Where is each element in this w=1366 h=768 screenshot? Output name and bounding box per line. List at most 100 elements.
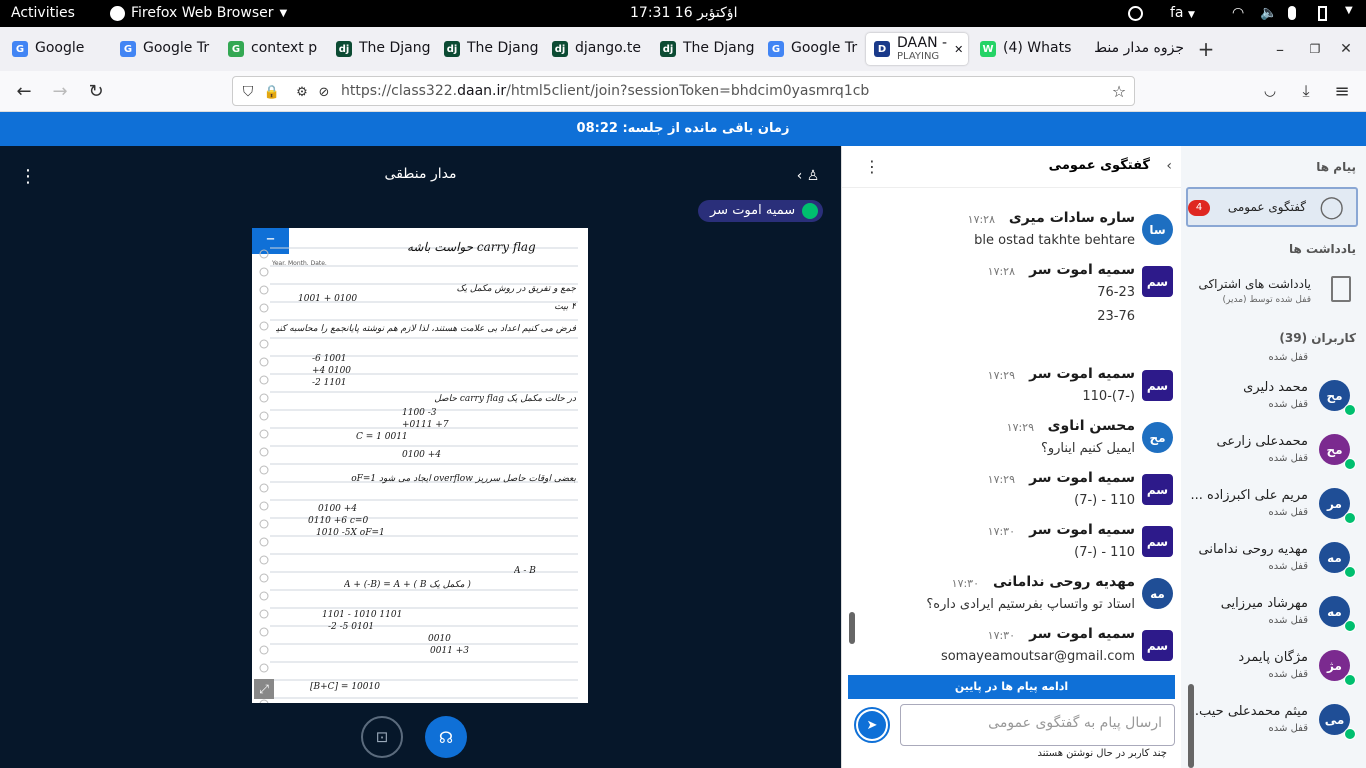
chat-options-icon[interactable]: ⋮ — [864, 157, 880, 176]
user-list-item[interactable]: مژ مژگان پایمرد قفل شده — [1181, 644, 1366, 698]
headphones-audio-button[interactable]: ☊ — [425, 716, 467, 758]
ring-hole — [259, 609, 269, 619]
continue-messages-button[interactable]: ادامه پیام ها در پایین — [848, 675, 1175, 699]
tab-item[interactable]: G Google — [4, 33, 96, 65]
bookmark-star-icon[interactable]: ☆ — [1109, 81, 1129, 101]
user-lock-status: قفل شده — [1268, 399, 1308, 410]
shield-icon[interactable]: ⛉ — [239, 83, 257, 101]
chat-message: مه مهدیه روحی ندامانی ۱۷:۳۰ استاد تو واتساپ… — [842, 570, 1182, 616]
user-list-item[interactable]: مح محمد دلیری قفل شده — [1181, 374, 1366, 428]
ring-hole — [259, 447, 269, 457]
pocket-icon[interactable]: ◡ — [1258, 79, 1282, 103]
new-tab-button[interactable]: + — [1194, 35, 1218, 63]
user-list-item[interactable]: می میثم محمدعلی حیب... قفل شده — [1181, 698, 1366, 752]
chevron-down-icon: ▼ — [279, 7, 288, 19]
avatar: سا — [1142, 214, 1173, 245]
reload-button[interactable]: ↻ — [84, 79, 108, 103]
user-name: مژگان پایمرد — [1238, 650, 1308, 665]
tab-favicon-icon: dj — [336, 41, 352, 57]
lock-icon[interactable]: 🔒 — [263, 83, 281, 101]
message-list[interactable]: سا ساره سادات میری ۱۷:۲۸ ble ostad takhte b… — [842, 188, 1182, 676]
avatar: سم — [1142, 526, 1173, 557]
chat-message: مح محسن اناوی ۱۷:۲۹ ایمیل کنیم اینارو؟ — [842, 414, 1182, 460]
message-time: ۱۷:۲۹ — [1006, 421, 1034, 434]
tab-label: django.te — [575, 40, 641, 57]
user-list-item[interactable]: مه مهدیه روحی ندامانی قفل شده — [1181, 536, 1366, 590]
user-lock-status: قفل شده — [1268, 669, 1308, 680]
tab-item[interactable]: dj The Djang — [436, 33, 544, 65]
tab-item[interactable]: G Google Tr — [760, 33, 866, 65]
forward-button[interactable]: → — [48, 79, 72, 103]
public-chat-item[interactable]: ◯ گفتگوی عمومی 4 — [1186, 187, 1358, 227]
session-time-banner: زمان باقی مانده از جلسه: 08:22 — [0, 112, 1366, 146]
slide-handwritten-line: جمع و تفریق در روش مکمل یک — [456, 284, 576, 294]
system-menu-chevron-icon[interactable]: ▼ — [1345, 5, 1353, 16]
tab-item[interactable]: جزوه مدار منط — [1082, 33, 1192, 65]
slide-handwritten-line: 1010 -5X oF=1 — [316, 528, 385, 538]
menu-icon[interactable]: ≡ — [1330, 79, 1354, 103]
url-bar[interactable]: ⛉ 🔒 ⚙ ⊘ https://class322.daan.ir/html5cl… — [232, 76, 1135, 106]
user-list-scrollbar[interactable] — [1188, 684, 1194, 768]
user-list[interactable]: قفل شده مح محمد دلیری قفل شده مح محمدعلی … — [1181, 352, 1366, 768]
send-message-button[interactable]: ➤ — [854, 707, 890, 743]
message-text: (7-) - 110 — [1074, 545, 1135, 560]
downloads-icon[interactable]: ⤓ — [1294, 79, 1318, 103]
voice-status-icon — [1344, 512, 1356, 524]
message-sender: سمیه اموت سر — [1029, 522, 1135, 538]
presentation-slide[interactable]: – حواست باشه carry flag Year. Month. Dat… — [252, 228, 588, 703]
volume-icon[interactable]: 🔈 — [1260, 5, 1277, 21]
voice-status-icon — [1344, 458, 1356, 470]
user-list-panel: پیام ها ◯ گفتگوی عمومی 4 یادداشت ها یادد… — [1181, 146, 1366, 768]
clock[interactable]: 17:31 16 اؤکتؤبر — [630, 5, 737, 21]
voice-status-icon — [1344, 674, 1356, 686]
maximize-button[interactable]: ❐ — [1303, 35, 1327, 63]
message-time: ۱۷:۲۹ — [987, 369, 1015, 382]
toggle-userlist-icon[interactable]: ‹ ♙ — [794, 166, 822, 186]
battery-icon[interactable] — [1318, 6, 1327, 21]
tab-item[interactable]: dj The Djang — [328, 33, 436, 65]
share-webcam-button[interactable]: ⊡ — [361, 716, 403, 758]
ring-hole — [259, 573, 269, 583]
chevron-right-icon[interactable]: › — [1166, 158, 1172, 174]
tab-item[interactable]: dj The Djang — [652, 33, 760, 65]
user-list-item[interactable]: مه مهرشاد میرزایی قفل شده — [1181, 590, 1366, 644]
voice-status-icon — [1344, 728, 1356, 740]
ring-hole — [259, 285, 269, 295]
ring-hole — [259, 519, 269, 529]
slide-handwritten-line: A + (-B) = A + ( B مکمل یک ) — [344, 580, 471, 590]
activities-button[interactable]: Activities — [11, 5, 75, 21]
close-window-button[interactable]: ✕ — [1334, 35, 1358, 63]
tab-item[interactable]: G Google Tr — [112, 33, 220, 65]
minimize-button[interactable]: – — [1268, 35, 1292, 63]
tab-item[interactable]: Gcontext p — [220, 33, 328, 65]
user-list-item[interactable]: مر مریم علی اکبرزاده ... قفل شده — [1181, 482, 1366, 536]
tab-item[interactable]: W (4) Whats — [972, 33, 1082, 65]
app-menu[interactable]: Firefox Web Browser ▼ — [110, 5, 287, 21]
tab-item[interactable]: dj django.te — [544, 33, 652, 65]
message-time: ۱۷:۳۰ — [951, 577, 979, 590]
microphone-icon[interactable] — [1288, 6, 1296, 20]
user-lock-status: قفل شده — [1268, 723, 1308, 734]
ring-hole — [259, 249, 269, 259]
user-list-item[interactable]: مح محمدعلی زارعی قفل شده — [1181, 428, 1366, 482]
status-icon[interactable] — [1128, 6, 1143, 21]
shared-notes-item[interactable]: یادداشت های اشتراکی قفل شده توسط (مدیر) — [1186, 266, 1361, 320]
fullscreen-icon[interactable]: ⤢ — [254, 679, 274, 699]
close-tab-icon[interactable]: ✕ — [954, 43, 963, 56]
avatar: سم — [1142, 474, 1173, 505]
users-section-title: کاربران (39) — [1279, 331, 1356, 345]
talking-indicator[interactable]: سمیه اموت سر — [698, 200, 824, 222]
chat-message-input[interactable]: ارسال پیام به گفتگوی عمومی — [900, 704, 1175, 746]
message-sender: سمیه اموت سر — [1029, 262, 1135, 278]
tab-item[interactable]: D DAAN - PLAYING ✕ — [866, 33, 968, 65]
slide-handwritten-line: -6 1001 — [312, 354, 347, 364]
slide-handwritten-line: 0100 +4 — [402, 450, 442, 460]
autoplay-blocked-icon[interactable]: ⊘ — [315, 83, 333, 101]
chat-scrollbar[interactable] — [849, 612, 855, 644]
language-selector[interactable]: fa ▼ — [1170, 5, 1195, 21]
url-text[interactable]: https://class322.daan.ir/html5client/joi… — [341, 83, 869, 99]
back-button[interactable]: ← — [12, 79, 36, 103]
wifi-icon[interactable]: ◠ — [1232, 5, 1244, 21]
chat-bubble-icon: ◯ — [1319, 195, 1344, 220]
permissions-icon[interactable]: ⚙ — [293, 83, 311, 101]
